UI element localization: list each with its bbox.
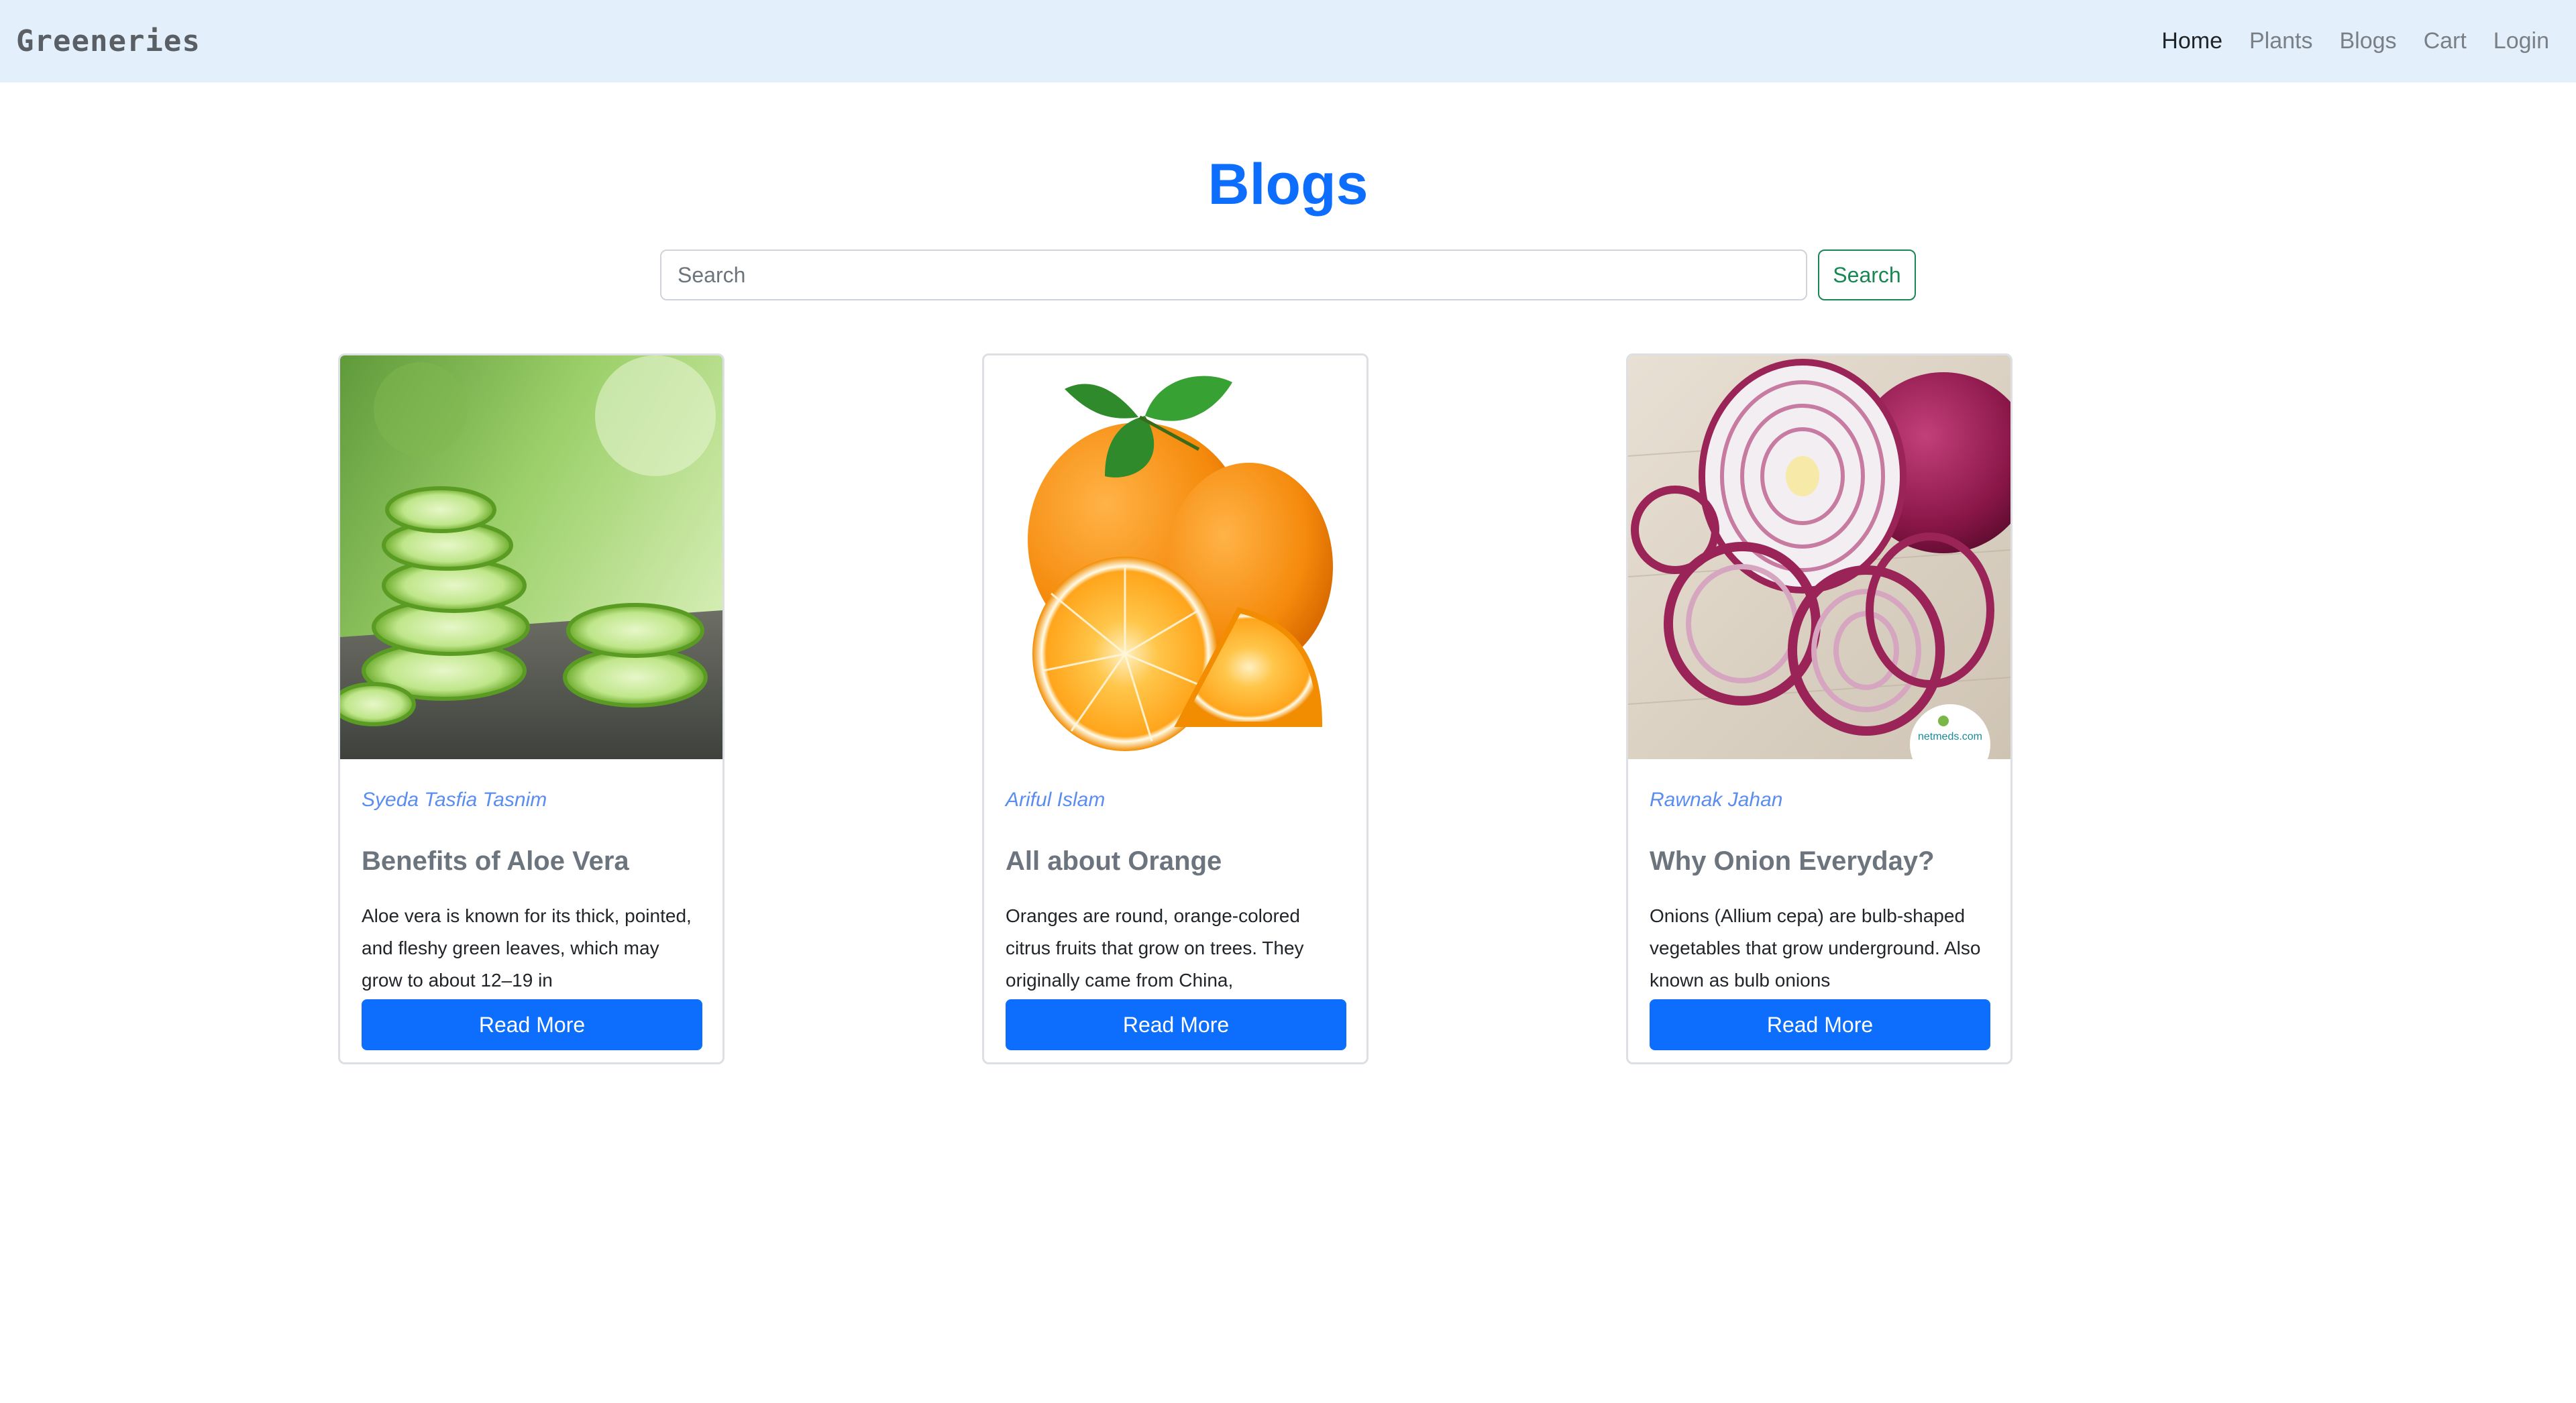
blog-author: Ariful Islam xyxy=(1006,789,1106,811)
blog-card-aloe-vera: Syeda Tasfia Tasnim Benefits of Aloe Ver… xyxy=(338,353,724,1064)
netmeds-watermark: netmeds.com xyxy=(1917,731,1983,742)
orange-image xyxy=(984,355,1366,759)
card-body: Rawnak Jahan Why Onion Everyday? Onions … xyxy=(1628,759,2010,1050)
nav-links: Home Plants Blogs Cart Login xyxy=(2161,28,2560,54)
onion-image: netmeds.com xyxy=(1628,355,2010,759)
brand-logo[interactable]: Greeneries xyxy=(16,24,201,58)
nav-link-plants[interactable]: Plants xyxy=(2249,28,2313,54)
aloe-vera-image xyxy=(340,355,722,759)
search-button[interactable]: Search xyxy=(1818,249,1916,300)
search-input[interactable] xyxy=(660,249,1807,300)
nav-link-login[interactable]: Login xyxy=(2493,28,2549,54)
page-title: Blogs xyxy=(1208,152,1368,217)
blog-title: Why Onion Everyday? xyxy=(1650,846,1935,876)
blog-card-orange: Ariful Islam All about Orange Oranges ar… xyxy=(982,353,1368,1064)
nav-link-home[interactable]: Home xyxy=(2161,28,2222,54)
read-more-button[interactable]: Read More xyxy=(362,999,702,1050)
read-more-button[interactable]: Read More xyxy=(1006,999,1346,1050)
nav-link-blogs[interactable]: Blogs xyxy=(2340,28,2397,54)
navbar: Greeneries Home Plants Blogs Cart Login xyxy=(0,0,2576,82)
blog-author: Rawnak Jahan xyxy=(1650,789,1783,811)
card-body: Syeda Tasfia Tasnim Benefits of Aloe Ver… xyxy=(340,759,722,1050)
blog-excerpt: Aloe vera is known for its thick, pointe… xyxy=(362,905,692,991)
blog-excerpt: Onions (Allium cepa) are bulb-shaped veg… xyxy=(1650,905,1981,991)
nav-link-cart[interactable]: Cart xyxy=(2424,28,2467,54)
search-form: Search xyxy=(660,249,1916,300)
blog-excerpt: Oranges are round, orange-colored citrus… xyxy=(1006,905,1304,991)
card-body: Ariful Islam All about Orange Oranges ar… xyxy=(984,759,1366,1050)
read-more-button[interactable]: Read More xyxy=(1650,999,1990,1050)
blog-card-onion: netmeds.com Rawnak Jahan Why Onion Every… xyxy=(1626,353,2012,1064)
blog-author: Syeda Tasfia Tasnim xyxy=(362,789,547,811)
blog-title: Benefits of Aloe Vera xyxy=(362,846,629,876)
blog-title: All about Orange xyxy=(1006,846,1222,876)
